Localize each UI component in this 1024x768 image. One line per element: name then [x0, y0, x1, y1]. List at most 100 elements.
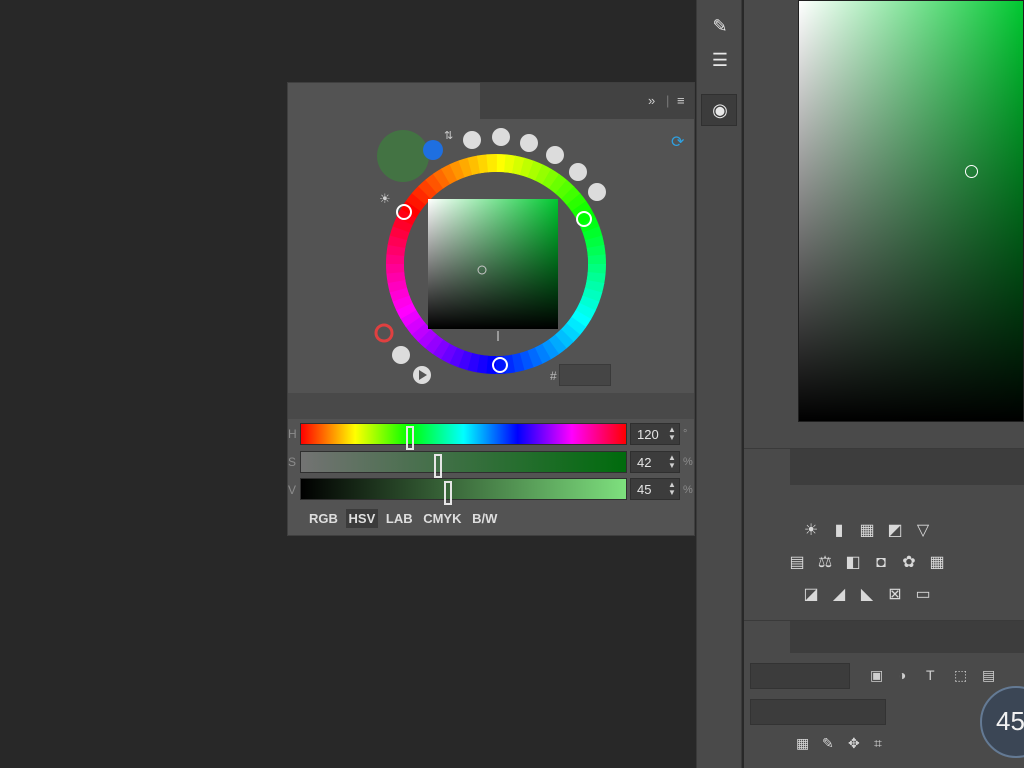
hue-ring-segment[interactable] [466, 352, 481, 373]
hue-ring-segment[interactable] [582, 226, 603, 242]
hue-ring-segment[interactable] [476, 154, 489, 174]
current-color-swatch[interactable] [377, 130, 429, 182]
hue-ring-segment[interactable] [560, 323, 581, 343]
color-picker-marker[interactable] [965, 165, 978, 178]
hue-ring-segment[interactable] [548, 173, 568, 195]
threshold-icon[interactable]: ◣ [856, 585, 878, 605]
panel-tab-coolorus[interactable] [288, 83, 480, 119]
filter-smart-object-icon[interactable]: ▤ [982, 667, 995, 684]
hue-ring-segment[interactable] [554, 328, 574, 349]
hue-ring-segment[interactable] [411, 322, 432, 342]
refresh-icon[interactable]: ⟳ [671, 134, 685, 151]
hue-ring-segment[interactable] [386, 243, 406, 257]
color-picker-field[interactable] [798, 0, 1024, 422]
panel-menu-icon[interactable]: ≡ [677, 93, 685, 108]
hue-ring-segment[interactable] [425, 173, 444, 194]
photo-filter-icon[interactable]: ◘ [870, 553, 892, 573]
mode-bw-button[interactable]: B/W [469, 509, 500, 528]
hue-ring-segment[interactable] [405, 192, 427, 212]
lock-artboard-icon[interactable]: ⌗ [874, 735, 882, 752]
hue-ring-segment[interactable] [386, 271, 406, 284]
tab-layers[interactable] [744, 621, 790, 653]
hue-ring-segment[interactable] [440, 343, 458, 364]
hue-ring-segment[interactable] [555, 179, 575, 200]
hue-slider[interactable] [300, 423, 627, 450]
filter-type-icon[interactable]: T [926, 667, 935, 683]
hue-ring-segment[interactable] [395, 302, 417, 319]
hue-ring-segment[interactable] [575, 209, 597, 226]
hue-ring-segment[interactable] [418, 179, 438, 200]
color-lookup-icon[interactable]: ▦ [926, 553, 948, 573]
mode-lab-button[interactable]: LAB [383, 509, 416, 528]
hue-ring-segment[interactable] [518, 350, 534, 371]
gradient-map-icon[interactable]: ▭ [912, 585, 934, 605]
hue-ring-segment[interactable] [405, 316, 426, 335]
harmony-mono-icon[interactable] [463, 131, 481, 149]
hue-ring-segment[interactable] [432, 168, 451, 189]
selective-color-icon[interactable]: ⊠ [884, 585, 906, 605]
mode-rgb-button[interactable]: RGB [306, 509, 341, 528]
hue-ring-segment[interactable] [526, 347, 543, 368]
tab-adjustments[interactable] [744, 449, 790, 485]
hue-spinner[interactable]: ▲ ▼ [668, 426, 676, 442]
hue-ring-segment[interactable] [449, 160, 466, 181]
vibrance-icon[interactable]: ▽ [912, 521, 934, 541]
lock-image-icon[interactable]: ✎ [822, 735, 834, 752]
hue-ring-segment[interactable] [548, 334, 567, 355]
black-white-icon[interactable]: ◧ [842, 553, 864, 573]
hue-ring-segment[interactable] [560, 186, 581, 206]
hue-ring-segment[interactable] [582, 287, 603, 303]
brightness-contrast-icon[interactable]: ☀ [800, 521, 822, 541]
color-balance-icon[interactable]: ⚖ [814, 553, 836, 573]
hue-ring-segment[interactable] [392, 216, 414, 233]
exposure-icon[interactable]: ◩ [884, 521, 906, 541]
hue-ring-segment[interactable] [534, 343, 551, 365]
curves-icon[interactable]: ▦ [856, 521, 878, 541]
hue-ring-segment[interactable] [519, 157, 535, 178]
hue-saturation-icon[interactable]: ▤ [786, 553, 808, 573]
layer-filter-select[interactable] [750, 663, 850, 689]
navigate-up-icon[interactable] [392, 346, 410, 364]
hue-ring-segment[interactable] [503, 354, 516, 374]
hue-ring-segment[interactable] [578, 295, 600, 312]
hue-ring-segment[interactable] [565, 316, 587, 336]
harmony-tetrad-icon[interactable] [569, 163, 587, 181]
hue-ring-segment[interactable] [432, 338, 451, 360]
harmony-triad-icon[interactable] [546, 146, 564, 164]
harmony-complement-icon[interactable] [492, 128, 510, 146]
hue-ring-segment[interactable] [424, 333, 444, 355]
hex-input[interactable] [559, 364, 611, 386]
hue-ring-segment[interactable] [575, 302, 596, 320]
value-slider[interactable] [300, 478, 627, 505]
filter-adjustment-icon[interactable]: ◑ [898, 667, 906, 683]
harmony-analog-icon[interactable] [588, 183, 606, 201]
saturation-spinner[interactable]: ▲ ▼ [668, 454, 676, 470]
invert-icon[interactable]: ◪ [800, 585, 822, 605]
hue-ring-segment[interactable] [389, 225, 410, 241]
hue-ring-segment[interactable] [527, 160, 544, 182]
double-chevron-right-icon[interactable]: » [648, 93, 655, 108]
hue-ring-segment[interactable] [566, 193, 587, 212]
hue-ring-segment[interactable] [584, 235, 605, 249]
hue-ring-segment[interactable] [458, 157, 474, 178]
hue-ring-segment[interactable] [457, 350, 473, 371]
brush-settings-icon[interactable]: ✎ [705, 12, 735, 40]
hue-ring-segment[interactable] [387, 279, 408, 293]
hue-ring-segment[interactable] [475, 354, 489, 374]
hue-ring-segment[interactable] [534, 164, 552, 185]
hue-ring-segment[interactable] [441, 163, 458, 185]
hue-ring-segment[interactable] [586, 244, 606, 257]
hue-ring-segment[interactable] [417, 328, 437, 349]
previous-color-swatch[interactable] [423, 140, 443, 160]
mode-cmyk-button[interactable]: CMYK [420, 509, 464, 528]
saturation-slider-thumb[interactable] [434, 454, 442, 478]
mode-hsv-button[interactable]: HSV [345, 509, 379, 528]
hue-ring-segment[interactable] [503, 154, 517, 174]
levels-icon[interactable]: ▮ [828, 521, 850, 541]
value-spinner[interactable]: ▲ ▼ [668, 481, 676, 497]
hue-ring-segment[interactable] [387, 234, 408, 249]
hue-ring-segment[interactable] [570, 309, 592, 328]
hue-ring-segment[interactable] [448, 346, 465, 368]
value-slider-thumb[interactable] [444, 481, 452, 505]
blend-mode-select[interactable] [750, 699, 886, 725]
